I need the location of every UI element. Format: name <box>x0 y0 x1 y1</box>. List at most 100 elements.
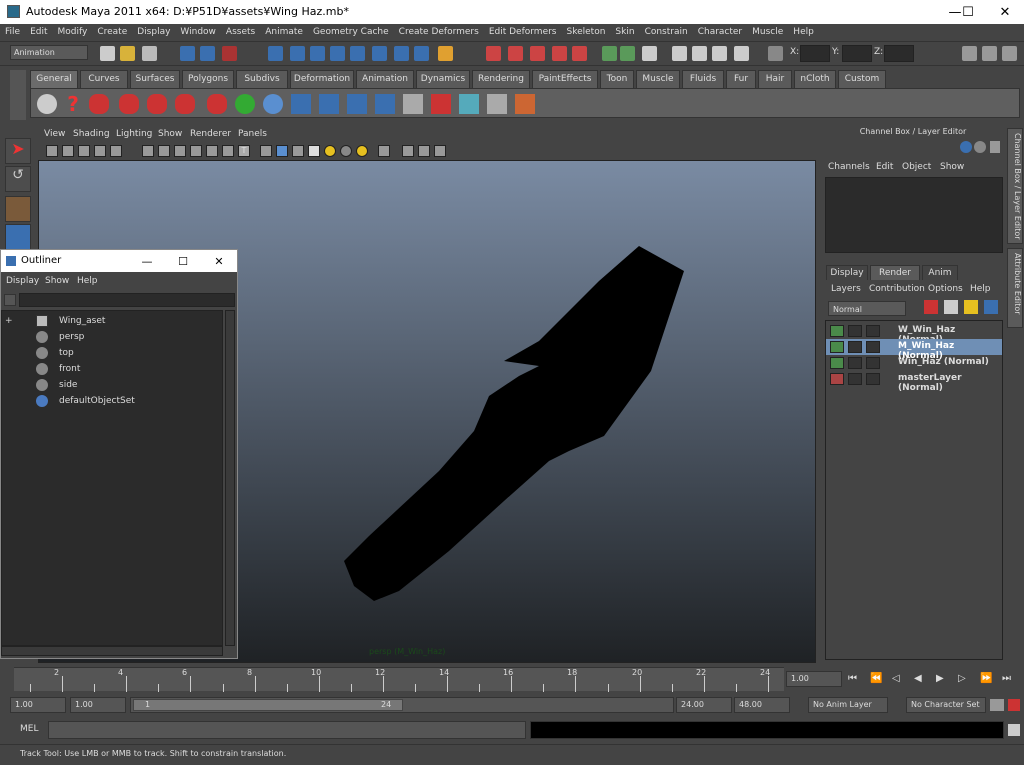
shelf-tab-surfaces[interactable]: Surfaces <box>130 70 180 88</box>
maximize-button[interactable]: ☐ <box>956 0 980 24</box>
select-dynamics-icon[interactable] <box>372 46 387 61</box>
render-settings-icon[interactable] <box>734 46 749 61</box>
channel-box-menu-object[interactable]: Object <box>902 162 931 172</box>
menu-modify[interactable]: Modify <box>53 24 93 37</box>
x-field[interactable] <box>800 45 830 62</box>
table-row[interactable]: W_Win_Haz (Normal) <box>826 323 1002 345</box>
shelf-tab-animation[interactable]: Animation <box>356 70 414 88</box>
table-row[interactable]: masterLayer (Normal) <box>826 371 1002 393</box>
channel-box-pin-icon[interactable] <box>990 141 1000 153</box>
layer-attributes-icon[interactable] <box>866 373 880 385</box>
play-backwards-icon[interactable]: ◀ <box>914 673 922 684</box>
share-icon[interactable] <box>434 145 446 157</box>
outliner-search-input[interactable] <box>19 293 235 307</box>
help-question-icon[interactable]: ? <box>63 94 83 114</box>
step-back-frame-icon[interactable]: ◁ <box>892 673 900 684</box>
image-plane-icon[interactable] <box>94 145 106 157</box>
grid-icon[interactable] <box>110 145 122 157</box>
lasso-tool-icon[interactable]: ↺ <box>5 166 31 192</box>
step-forward-key-icon[interactable]: ⏩ <box>980 673 992 684</box>
layer-render-toggle-icon[interactable] <box>830 325 844 337</box>
menu-edit-deformers[interactable]: Edit Deformers <box>484 24 562 37</box>
outliner-maximize-button[interactable]: ☐ <box>165 250 201 272</box>
outliner-menu-display[interactable]: Display <box>6 276 39 286</box>
lock-selection-icon[interactable] <box>438 46 453 61</box>
outliner-close-button[interactable]: ✕ <box>201 250 237 272</box>
joint-tool-icon[interactable] <box>291 94 311 114</box>
shelf-tab-ncloth[interactable]: nCloth <box>794 70 836 88</box>
backface-icon[interactable] <box>292 145 304 157</box>
shelf-tab-general[interactable]: General <box>30 70 78 88</box>
shelf-tab-polygons[interactable]: Polygons <box>182 70 234 88</box>
default-light-icon[interactable] <box>324 145 336 157</box>
tab-display[interactable]: Display <box>826 265 868 280</box>
script-red-5-icon[interactable] <box>207 94 227 114</box>
script-red-4-icon[interactable] <box>175 94 195 114</box>
select-camera-icon[interactable] <box>378 145 390 157</box>
lights-icon[interactable] <box>190 145 202 157</box>
new-scene-icon[interactable] <box>100 46 115 61</box>
list-item[interactable]: defaultObjectSet <box>2 393 222 409</box>
hierarchy-icon[interactable] <box>375 94 395 114</box>
play-forwards-icon[interactable]: ▶ <box>936 673 944 684</box>
open-scene-icon[interactable] <box>120 46 135 61</box>
textured-icon[interactable] <box>174 145 186 157</box>
new-layer-icon[interactable] <box>924 300 938 314</box>
layer-recycle-icon[interactable] <box>848 325 862 337</box>
checker-icon[interactable] <box>308 145 320 157</box>
camera-attr-icon[interactable] <box>62 145 74 157</box>
layer-render-toggle-icon[interactable] <box>830 357 844 369</box>
render-frame-icon[interactable] <box>692 46 707 61</box>
close-button[interactable]: ✕ <box>982 0 1024 24</box>
single-view-icon[interactable] <box>402 145 414 157</box>
use-lights-icon[interactable] <box>356 145 368 157</box>
script-red-3-icon[interactable] <box>147 94 167 114</box>
select-joints-icon[interactable] <box>290 46 305 61</box>
list-item[interactable]: side <box>2 377 222 393</box>
viewport-menu-panels[interactable]: Panels <box>238 129 267 139</box>
playback-start-field[interactable]: 1.00 <box>70 697 126 713</box>
layer-attributes-icon[interactable] <box>866 341 880 353</box>
start-time-field[interactable]: 1.00 <box>10 697 66 713</box>
channel-box-menu-show[interactable]: Show <box>940 162 964 172</box>
channel-box-options-icon[interactable] <box>960 141 972 153</box>
menu-display[interactable]: Display <box>132 24 175 37</box>
camera-select-icon[interactable] <box>46 145 58 157</box>
film-reel-icon[interactable] <box>37 94 57 114</box>
ipr-render-icon[interactable] <box>712 46 727 61</box>
menu-create-deformers[interactable]: Create Deformers <box>394 24 484 37</box>
tool-settings-toggle-icon[interactable] <box>982 46 997 61</box>
menu-skin[interactable]: Skin <box>610 24 639 37</box>
resolution-gate-icon[interactable]: T <box>238 145 250 157</box>
channel-box-menu-channels[interactable]: Channels <box>828 162 870 172</box>
side-tab-channel-box[interactable]: Channel Box / Layer Editor <box>1007 128 1023 244</box>
paint-tool-icon[interactable] <box>431 94 451 114</box>
menu-help[interactable]: Help <box>788 24 819 37</box>
y-field[interactable] <box>842 45 872 62</box>
snap-grid-icon[interactable] <box>486 46 501 61</box>
select-surfaces-icon[interactable] <box>330 46 345 61</box>
outliner-minimize-button[interactable]: — <box>129 250 165 272</box>
range-slider[interactable]: 1 24 <box>130 697 674 713</box>
shelf-tab-rendering[interactable]: Rendering <box>472 70 530 88</box>
cubes-icon[interactable] <box>487 94 507 114</box>
script-red-2-icon[interactable] <box>119 94 139 114</box>
select-component-icon[interactable] <box>222 46 237 61</box>
menu-geometry-cache[interactable]: Geometry Cache <box>308 24 394 37</box>
new-layer-selected-icon[interactable] <box>944 300 958 314</box>
playback-end-field[interactable]: 24.00 <box>676 697 732 713</box>
auto-key-icon[interactable] <box>990 699 1004 711</box>
end-time-field[interactable]: 48.00 <box>734 697 790 713</box>
all-lights-icon[interactable] <box>340 145 352 157</box>
input-ops-icon[interactable] <box>602 46 617 61</box>
shelf-tab-painteffects[interactable]: PaintEffects <box>532 70 598 88</box>
shelf-tab-deformation[interactable]: Deformation <box>290 70 354 88</box>
absolute-transform-icon[interactable] <box>768 46 783 61</box>
menu-assets[interactable]: Assets <box>221 24 260 37</box>
xray-icon[interactable] <box>222 145 234 157</box>
side-tab-attribute-editor[interactable]: Attribute Editor <box>1007 248 1023 328</box>
step-back-key-icon[interactable]: ⏪ <box>870 673 882 684</box>
render-view-icon[interactable] <box>672 46 687 61</box>
current-frame-field[interactable]: 1.00 <box>786 671 842 687</box>
menu-file[interactable]: File <box>0 24 25 37</box>
